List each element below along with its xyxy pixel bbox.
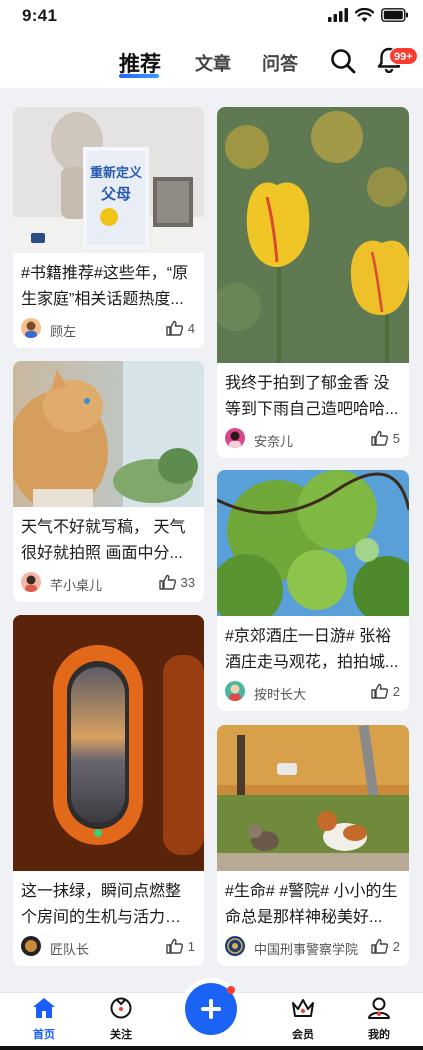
thumbs-up-icon	[158, 574, 176, 590]
home-icon	[33, 998, 55, 1018]
author-name[interactable]: 中国刑事警察学院	[254, 939, 358, 958]
like-button[interactable]: 2	[371, 683, 400, 699]
cat-by-window-photo	[13, 361, 204, 507]
airplane-window-sunset-photo	[13, 615, 204, 871]
card-title: #书籍推荐#这些年，“原生家庭”相关话题热度...	[21, 265, 189, 308]
status-icons	[328, 8, 409, 22]
tab-member[interactable]: 会员	[278, 997, 328, 1042]
yellow-tulips-photo	[217, 107, 409, 363]
status-time: 9:41	[22, 6, 58, 25]
like-button[interactable]: 4	[166, 320, 195, 336]
svg-text:父母: 父母	[100, 186, 131, 203]
thumbs-up-icon	[371, 938, 388, 954]
cats-on-path-photo	[217, 725, 409, 871]
notification-badge: 99+	[389, 47, 418, 65]
feed-card[interactable]: 我终于拍到了郁金香 没等到下雨自己造吧哈哈... 安奈儿 5	[217, 107, 409, 458]
author-name[interactable]: 匠队长	[50, 939, 89, 958]
tab-follow-label: 关注	[110, 1029, 132, 1041]
battery-icon	[381, 8, 408, 22]
feed-card[interactable]: 这一抹绿，瞬间点燃整个房间的生机与活力！#... 匠队长 1	[13, 615, 204, 966]
like-button[interactable]: 5	[371, 430, 400, 446]
tab-member-label: 会员	[292, 1029, 314, 1041]
follow-icon	[110, 997, 132, 1019]
avatar	[21, 318, 41, 338]
like-button[interactable]: 2	[371, 938, 400, 954]
card-title: #生命# #警院# 小小的生命总是那样神秘美好...	[225, 883, 398, 926]
tab-articles[interactable]: 文章	[195, 50, 231, 76]
thumbs-up-icon	[166, 938, 183, 954]
feed-card[interactable]: 天气不好就写稿， 天气很好就拍照 画面中分... 芊小桌儿 33	[13, 361, 204, 602]
card-title: #京郊酒庄一日游# 张裕酒庄走马观花，拍拍城...	[225, 628, 399, 671]
avatar	[225, 428, 245, 448]
tab-home-label: 首页	[33, 1029, 55, 1041]
like-button[interactable]: 33	[158, 574, 195, 590]
top-nav: 推荐 文章 问答 99+	[0, 34, 423, 88]
svg-text:重新定义: 重新定义	[90, 165, 143, 180]
member-crown-icon	[292, 999, 314, 1017]
publish-dot	[227, 986, 235, 994]
author-name[interactable]: 芊小桌儿	[50, 575, 102, 594]
author-name[interactable]: 按时长大	[254, 684, 306, 703]
home-indicator	[0, 1046, 423, 1050]
thumbs-up-icon	[371, 683, 388, 699]
like-count: 2	[392, 938, 400, 954]
thumbs-up-icon	[371, 430, 388, 446]
tab-profile[interactable]: 我的	[354, 997, 404, 1042]
book-cover-photo: 重新定义 父母	[13, 107, 204, 253]
search-icon[interactable]	[330, 48, 356, 74]
like-count: 5	[392, 430, 400, 446]
card-title: 我终于拍到了郁金香 没等到下雨自己造吧哈哈...	[225, 375, 399, 418]
active-tab-indicator	[119, 74, 159, 78]
thumbs-up-icon	[166, 320, 183, 336]
wifi-icon	[355, 8, 374, 22]
tab-profile-label: 我的	[368, 1029, 390, 1041]
tab-qa[interactable]: 问答	[262, 50, 298, 76]
feed-card[interactable]: #京郊酒庄一日游# 张裕酒庄走马观花，拍拍城... 按时长大 2	[217, 470, 409, 711]
tab-home[interactable]: 首页	[19, 997, 69, 1042]
profile-icon	[368, 997, 390, 1019]
green-tree-blue-sky-photo	[217, 470, 409, 616]
author-name[interactable]: 顾左	[50, 321, 76, 340]
feed-card[interactable]: 重新定义 父母 #书籍推荐#这些年，“原生家庭”相关话题热度... 顾左 4	[13, 107, 204, 348]
like-button[interactable]: 1	[166, 938, 195, 954]
avatar	[21, 936, 41, 956]
avatar	[225, 681, 245, 701]
card-title: 天气不好就写稿， 天气很好就拍照 画面中分...	[21, 519, 186, 562]
like-count: 33	[180, 574, 195, 590]
signal-icon	[328, 8, 348, 22]
feed-card[interactable]: #生命# #警院# 小小的生命总是那样神秘美好... 中国刑事警察学院 2	[217, 725, 409, 966]
card-title: 这一抹绿，瞬间点燃整个房间的生机与活力！#...	[21, 883, 182, 926]
author-name[interactable]: 安奈儿	[254, 431, 293, 450]
status-bar: 9:41	[0, 0, 423, 34]
like-count: 4	[187, 320, 195, 336]
like-count: 1	[187, 938, 195, 954]
avatar	[21, 572, 41, 592]
tab-follow[interactable]: 关注	[96, 997, 146, 1042]
like-count: 2	[392, 683, 400, 699]
avatar	[225, 936, 245, 956]
